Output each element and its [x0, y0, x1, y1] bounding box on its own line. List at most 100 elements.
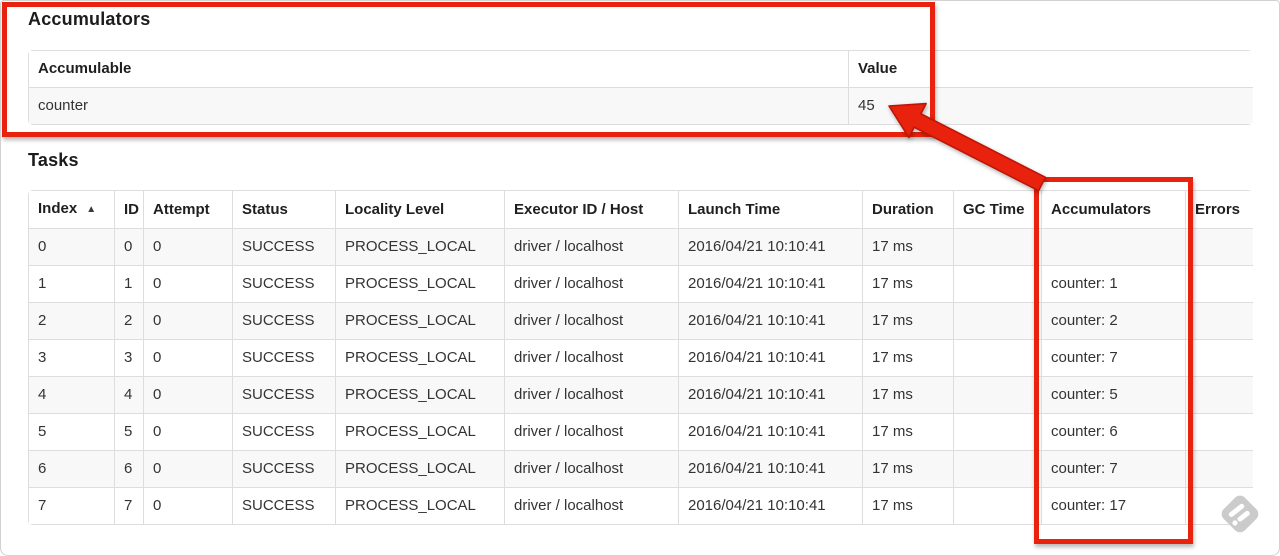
table-cell: SUCCESS: [232, 302, 336, 340]
table-cell: driver / localhost: [504, 302, 679, 340]
table-cell: counter: [28, 87, 849, 125]
column-header-accumulators[interactable]: Accumulators: [1041, 190, 1186, 229]
table-cell: driver / localhost: [504, 228, 679, 266]
table-row: counter 45: [28, 87, 1253, 125]
table-cell: 2016/04/21 10:10:41: [678, 450, 863, 488]
accumulators-section-title: Accumulators: [28, 9, 151, 29]
table-cell: driver / localhost: [504, 265, 679, 303]
table-cell: PROCESS_LOCAL: [335, 413, 505, 451]
column-header-gc-time[interactable]: GC Time: [953, 190, 1042, 229]
accumulators-table: Accumulable Value counter 45: [28, 50, 1253, 125]
table-cell: [1185, 265, 1253, 303]
table-cell: [1185, 450, 1253, 488]
table-cell: driver / localhost: [504, 487, 679, 525]
column-header-accumulable[interactable]: Accumulable: [28, 50, 849, 88]
table-cell: SUCCESS: [232, 376, 336, 414]
table-cell: 0: [143, 413, 233, 451]
table-cell: 2016/04/21 10:10:41: [678, 376, 863, 414]
column-header-errors[interactable]: Errors: [1185, 190, 1253, 229]
table-cell: 17 ms: [862, 413, 954, 451]
table-cell: SUCCESS: [232, 413, 336, 451]
column-header-locality-level[interactable]: Locality Level: [335, 190, 505, 229]
table-cell: counter: 5: [1041, 376, 1186, 414]
table-cell: 1: [114, 265, 144, 303]
table-cell: 2: [114, 302, 144, 340]
table-cell: 6: [28, 450, 115, 488]
table-cell: 0: [28, 228, 115, 266]
table-cell: counter: 17: [1041, 487, 1186, 525]
table-cell: driver / localhost: [504, 413, 679, 451]
table-cell: 2016/04/21 10:10:41: [678, 339, 863, 377]
table-row: 7 7 0 SUCCESS PROCESS_LOCAL driver / localhos…: [28, 487, 1253, 525]
table-cell: 4: [114, 376, 144, 414]
table-cell: counter: 7: [1041, 339, 1186, 377]
table-row: 0 0 0 SUCCESS PROCESS_LOCAL driver / localhos…: [28, 228, 1253, 266]
table-cell: [953, 302, 1042, 340]
table-cell: SUCCESS: [232, 450, 336, 488]
table-row: 4 4 0 SUCCESS PROCESS_LOCAL driver / localhos…: [28, 376, 1253, 414]
sort-ascending-icon: ▲: [86, 204, 97, 215]
table-cell: SUCCESS: [232, 487, 336, 525]
table-cell: 0: [143, 228, 233, 266]
column-header-duration[interactable]: Duration: [862, 190, 954, 229]
table-cell: 2016/04/21 10:10:41: [678, 487, 863, 525]
table-cell: 0: [114, 228, 144, 266]
table-cell: 45: [848, 87, 1253, 125]
table-cell: 17 ms: [862, 339, 954, 377]
table-cell: [953, 413, 1042, 451]
table-cell: [953, 376, 1042, 414]
table-cell: [953, 487, 1042, 525]
table-cell: 17 ms: [862, 487, 954, 525]
table-cell: SUCCESS: [232, 228, 336, 266]
table-row: 3 3 0 SUCCESS PROCESS_LOCAL driver / localhos…: [28, 339, 1253, 377]
table-cell: [1185, 413, 1253, 451]
table-cell: 6: [114, 450, 144, 488]
table-cell: 2016/04/21 10:10:41: [678, 413, 863, 451]
table-cell: 0: [143, 339, 233, 377]
table-cell: [1185, 302, 1253, 340]
tasks-table-header-row: Index ▲ ID Attempt Status Locality Level Execu…: [28, 190, 1253, 229]
table-cell: PROCESS_LOCAL: [335, 376, 505, 414]
table-cell: 2016/04/21 10:10:41: [678, 302, 863, 340]
column-header-attempt[interactable]: Attempt: [143, 190, 233, 229]
column-header-launch-time[interactable]: Launch Time: [678, 190, 863, 229]
column-header-value[interactable]: Value: [848, 50, 1253, 88]
table-cell: counter: 1: [1041, 265, 1186, 303]
table-cell: counter: 7: [1041, 450, 1186, 488]
table-cell: 17 ms: [862, 302, 954, 340]
table-cell: PROCESS_LOCAL: [335, 339, 505, 377]
table-cell: counter: 2: [1041, 302, 1186, 340]
table-cell: 7: [114, 487, 144, 525]
column-header-executor-id-host[interactable]: Executor ID / Host: [504, 190, 679, 229]
table-row: 5 5 0 SUCCESS PROCESS_LOCAL driver / localhos…: [28, 413, 1253, 451]
table-cell: SUCCESS: [232, 265, 336, 303]
column-header-id[interactable]: ID: [114, 190, 144, 229]
table-cell: PROCESS_LOCAL: [335, 265, 505, 303]
table-cell: [953, 339, 1042, 377]
column-header-status[interactable]: Status: [232, 190, 336, 229]
table-cell: 17 ms: [862, 228, 954, 266]
table-cell: 17 ms: [862, 376, 954, 414]
table-cell: 5: [28, 413, 115, 451]
tasks-section-title: Tasks: [28, 150, 79, 170]
table-row: 2 2 0 SUCCESS PROCESS_LOCAL driver / localhos…: [28, 302, 1253, 340]
column-header-index[interactable]: Index ▲: [28, 190, 115, 229]
table-cell: [1185, 339, 1253, 377]
table-cell: 17 ms: [862, 450, 954, 488]
table-cell: 2016/04/21 10:10:41: [678, 265, 863, 303]
table-cell: [953, 265, 1042, 303]
table-cell: [953, 450, 1042, 488]
table-cell: [1185, 487, 1253, 525]
table-cell: 7: [28, 487, 115, 525]
table-cell: PROCESS_LOCAL: [335, 228, 505, 266]
table-row: 1 1 0 SUCCESS PROCESS_LOCAL driver / localhos…: [28, 265, 1253, 303]
table-cell: 2: [28, 302, 115, 340]
table-cell: [1185, 376, 1253, 414]
table-cell: 17 ms: [862, 265, 954, 303]
table-cell: [1185, 228, 1253, 266]
table-cell: 3: [114, 339, 144, 377]
table-cell: 1: [28, 265, 115, 303]
table-cell: SUCCESS: [232, 339, 336, 377]
table-cell: PROCESS_LOCAL: [335, 302, 505, 340]
table-cell: 0: [143, 487, 233, 525]
